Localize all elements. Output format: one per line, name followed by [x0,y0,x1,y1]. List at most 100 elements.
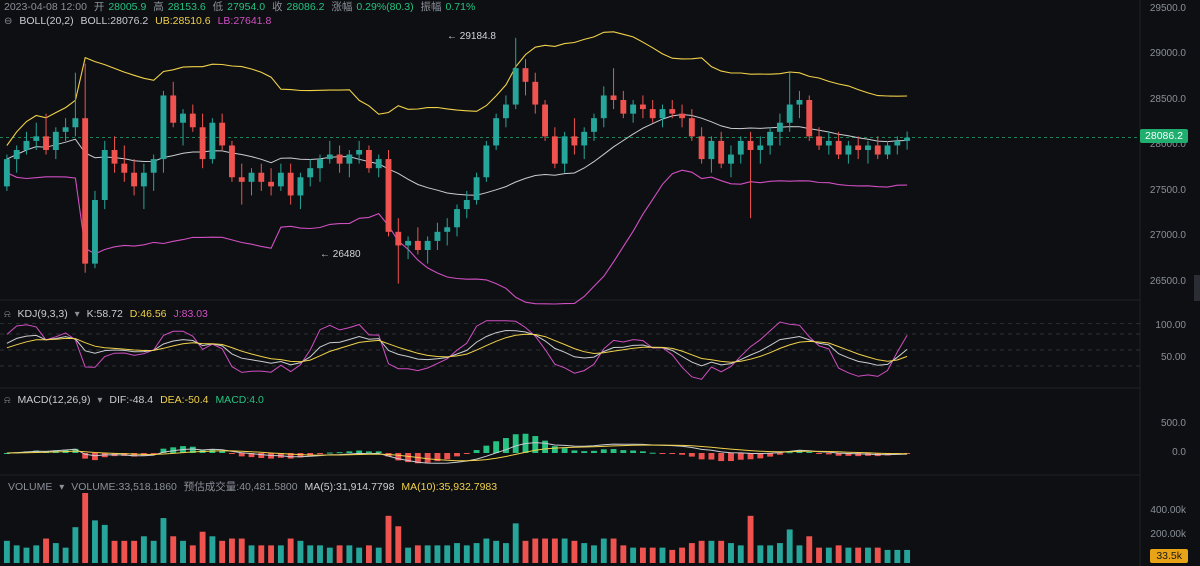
volume-bar [238,538,245,563]
macd-bar [336,452,343,454]
volume-bar [424,545,431,563]
high-marker: ← 29184.8 [447,31,496,42]
candle-body [581,131,588,146]
volume-bar [845,547,852,563]
volume-bar [395,526,402,563]
macd-bar [679,453,685,455]
candle-body [747,140,754,150]
macd-bar [317,453,323,455]
volume-bar [806,536,813,563]
open-value: 28005.9 [108,1,147,13]
kdj-legend: ⍾ KDJ(9,3,3) ▾ K:58.72 D:46.56 J:83.03 [4,307,212,322]
boll-value: BOLL:28076.2 [80,15,149,27]
dropdown-arrow-icon[interactable]: ▾ [97,394,102,408]
volume-bar [434,545,441,563]
candle-body [43,136,49,150]
volume-bar [43,538,49,563]
candle-body [405,240,412,246]
dropdown-arrow-icon[interactable]: ▾ [75,308,80,322]
macd-dea: DEA:-50.4 [160,394,209,406]
macd-bar [610,449,617,453]
volume-bar [728,543,734,563]
candle-body [170,95,177,123]
candle-body [620,100,627,114]
volume-bar [180,540,186,563]
macd-tick: 500.0 [1160,418,1186,429]
volume-bar [483,538,490,563]
volume-bar [131,540,138,563]
candle-body [688,118,695,137]
candle-body [111,150,118,164]
candle-body [630,104,637,114]
volume-bar [522,540,529,563]
volume-bar [561,538,568,563]
volume-bar [679,547,685,563]
candle-body [444,227,451,232]
candle-body [757,145,764,150]
kdj-name[interactable]: KDJ(9,3,3) [18,308,68,320]
macd-bar [630,450,637,453]
candle-body [502,104,509,119]
candle-body [884,145,891,155]
bell-icon[interactable]: ⍾ [4,308,11,322]
amplitude-value: 0.71% [445,1,476,13]
candle-body [277,172,284,187]
candle-body [845,145,852,155]
candle-body [512,68,519,105]
kdj-tick: 50.00 [1160,352,1186,363]
candle-body [483,145,490,178]
candle-body [375,159,382,169]
candle-body [904,137,911,141]
current-volume-tag: 33.5k [1150,549,1188,563]
right-edge-handle[interactable] [1194,275,1200,301]
volume-bar [454,543,460,563]
high-marker-value: 29184.8 [459,31,496,42]
volume-bar [767,545,774,563]
price-tick: 27000.0 [1149,230,1186,241]
candle-body [326,154,333,160]
macd-bar [356,450,363,453]
candle-body [816,136,822,146]
volume-bar [23,547,30,563]
volume-value: VOLUME:33,518.1860 [71,481,177,493]
boll-legend: ⊖ BOLL(20,2) BOLL:28076.2 UB:28510.6 LB:… [4,14,275,29]
volume-bar [248,545,255,563]
candle-body [669,109,676,114]
volume-bar [796,545,803,563]
volume-bar [385,515,392,563]
boll-name[interactable]: BOLL(20,2) [19,15,73,27]
close-label: 收 [272,1,283,13]
volume-bar [708,540,715,563]
dropdown-arrow-icon[interactable]: ▾ [59,481,64,495]
volume-name[interactable]: VOLUME [8,481,52,493]
volume-bar [610,538,617,563]
macd-name[interactable]: MACD(12,26,9) [18,394,91,406]
change-value: 0.29%(80.3) [356,1,414,13]
candle-body [62,127,69,132]
volume-bar [463,545,470,563]
price-tick: 29500.0 [1149,3,1186,14]
macd-bar [375,451,382,453]
collapse-icon[interactable]: ⊖ [4,15,12,29]
candle-body [72,118,79,128]
volume-bar [219,540,226,563]
candle-body [708,140,715,160]
candle-body [414,240,421,250]
candle-body [894,140,901,146]
volume-ma10: MA(10):35,932.7983 [401,481,498,493]
volume-bar [825,547,832,563]
volume-bar [121,540,128,563]
price-tick: 26500.0 [1149,276,1186,287]
volume-bar [307,545,314,563]
candle-body [199,127,206,160]
volume-bar [150,540,157,563]
macd-bar [659,453,666,454]
volume-bar [444,545,451,563]
candle-body [268,181,275,187]
bell-icon[interactable]: ⍾ [4,394,11,408]
candle-body [209,122,216,160]
candle-body [395,231,402,246]
macd-tick: 0.0 [1172,447,1186,458]
volume-bar [170,536,177,563]
macd-bar [581,451,588,453]
